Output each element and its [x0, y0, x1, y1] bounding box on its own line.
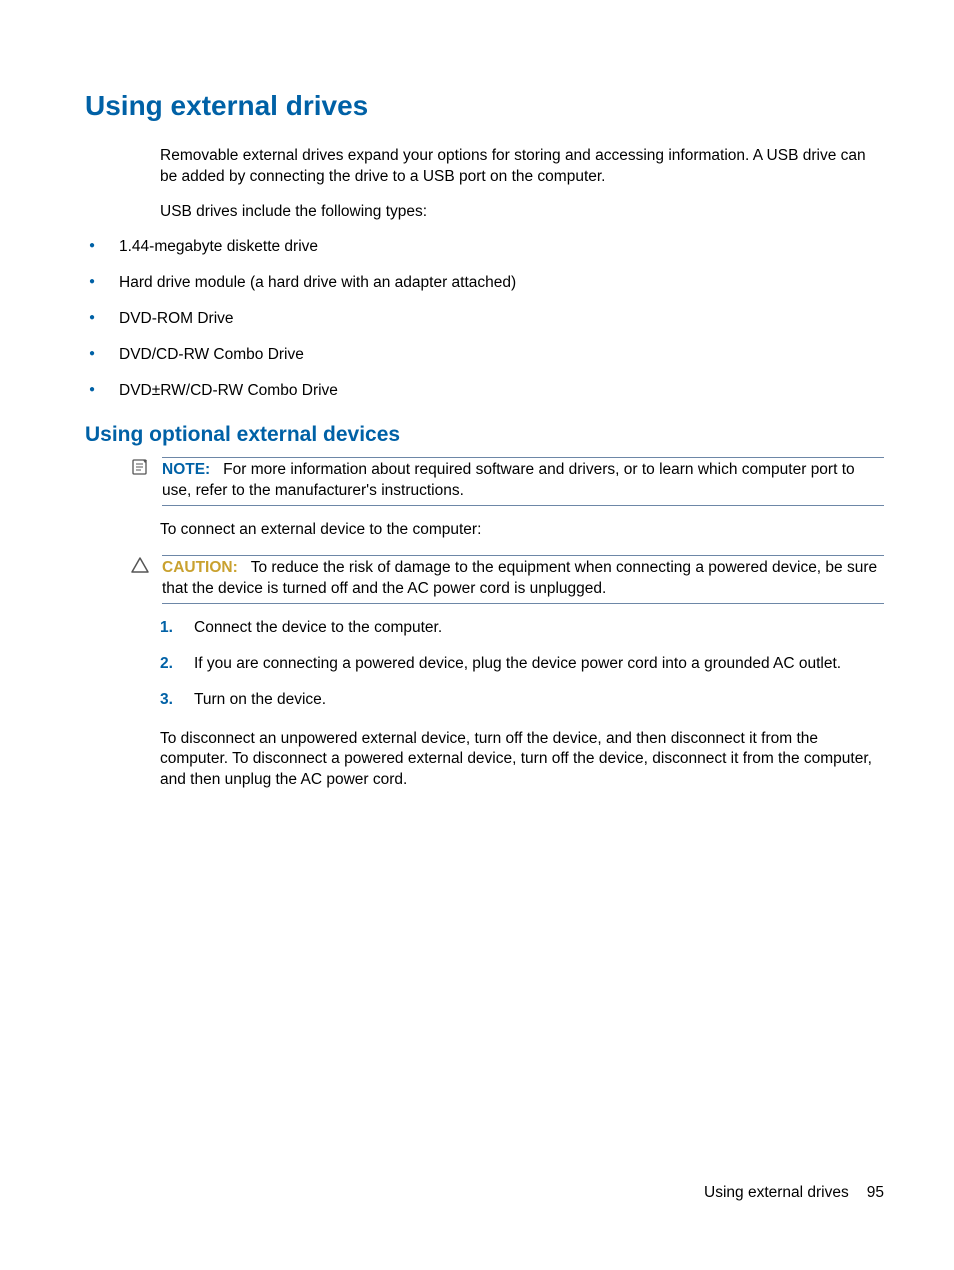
- list-item: DVD-ROM Drive: [85, 309, 884, 329]
- list-item: DVD/CD-RW Combo Drive: [85, 345, 884, 365]
- list-item: Hard drive module (a hard drive with an …: [85, 273, 884, 293]
- caution-callout: CAUTION: To reduce the risk of damage to…: [130, 555, 884, 604]
- drive-types-list: 1.44-megabyte diskette drive Hard drive …: [85, 237, 884, 402]
- note-label: NOTE:: [162, 461, 210, 478]
- caution-icon: [130, 556, 154, 579]
- section-heading: Using optional external devices: [85, 423, 884, 447]
- caution-text: To reduce the risk of damage to the equi…: [162, 559, 877, 597]
- list-item: Connect the device to the computer.: [160, 618, 884, 638]
- caution-body: CAUTION: To reduce the risk of damage to…: [162, 555, 884, 604]
- note-body: NOTE: For more information about require…: [162, 457, 884, 506]
- intro-paragraph: Removable external drives expand your op…: [160, 146, 884, 188]
- page-footer: Using external drives 95: [704, 1184, 884, 1202]
- note-callout: NOTE: For more information about require…: [130, 457, 884, 506]
- page-number: 95: [867, 1184, 884, 1201]
- steps-list: Connect the device to the computer. If y…: [160, 618, 884, 710]
- list-item: If you are connecting a powered device, …: [160, 654, 884, 674]
- list-intro: USB drives include the following types:: [160, 202, 884, 223]
- list-item: DVD±RW/CD-RW Combo Drive: [85, 381, 884, 401]
- note-text: For more information about required soft…: [162, 461, 855, 499]
- connect-intro: To connect an external device to the com…: [160, 520, 884, 541]
- caution-label: CAUTION:: [162, 559, 238, 576]
- page-title: Using external drives: [85, 90, 884, 122]
- note-icon: [130, 458, 154, 481]
- disconnect-paragraph: To disconnect an unpowered external devi…: [160, 729, 884, 792]
- list-item: Turn on the device.: [160, 690, 884, 710]
- list-item: 1.44-megabyte diskette drive: [85, 237, 884, 257]
- footer-label: Using external drives: [704, 1184, 849, 1201]
